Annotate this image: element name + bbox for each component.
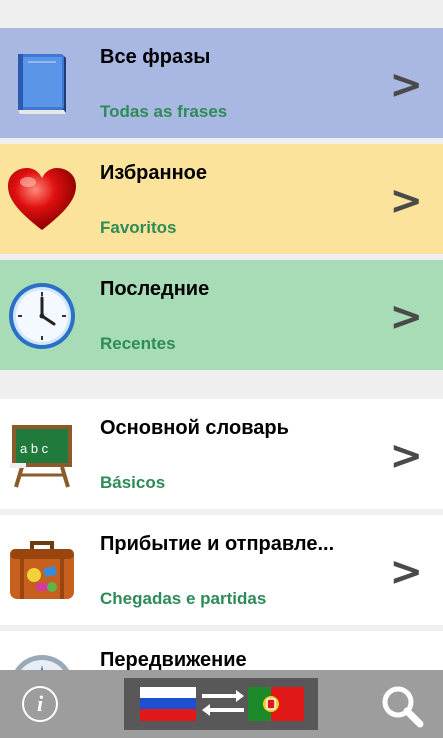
item-subtitle: Todas as frases xyxy=(100,102,228,121)
item-title: Передвижение xyxy=(100,649,247,670)
item-title: Все фразы xyxy=(100,46,211,68)
swap-arrows-icon xyxy=(202,690,244,716)
item-title: Последние xyxy=(100,278,210,300)
bottom-app-bar: i xyxy=(0,670,443,738)
item-title: Прибытие и отправле... xyxy=(100,533,335,555)
portugal-flag-icon xyxy=(248,687,304,721)
compass-icon xyxy=(14,655,70,670)
list-item-basics[interactable]: a b c Основной словарь Básicos > xyxy=(0,399,443,509)
language-pair-graphic xyxy=(140,687,304,721)
list-item-transport[interactable]: Передвижение xyxy=(0,631,443,670)
item-subtitle: Favoritos xyxy=(100,218,177,237)
list-item-all-phrases[interactable]: Все фразы Todas as frases > xyxy=(0,28,443,138)
svg-text:a b c: a b c xyxy=(20,441,49,456)
list-item-arrivals-departures[interactable]: Прибытие и отправле... Chegadas e partid… xyxy=(0,515,443,625)
language-switch-button[interactable] xyxy=(124,678,318,730)
item-subtitle: Chegadas e partidas xyxy=(100,589,267,608)
suitcase-icon xyxy=(10,541,74,599)
item-subtitle: Básicos xyxy=(100,473,166,492)
clock-icon xyxy=(9,283,75,349)
chevron-right-icon: > xyxy=(389,549,423,595)
info-button[interactable]: i xyxy=(22,686,58,722)
heart-icon xyxy=(8,168,76,230)
item-title: Основной словарь xyxy=(100,417,289,439)
chevron-right-icon: > xyxy=(389,62,423,108)
category-list: Все фразы Todas as frases > Избранное Fa… xyxy=(0,0,443,670)
chalkboard-icon: a b c xyxy=(10,425,72,488)
item-title: Избранное xyxy=(100,162,208,184)
chevron-right-icon: > xyxy=(389,178,423,224)
item-subtitle: Recentes xyxy=(100,334,176,353)
list-item-favorites[interactable]: Избранное Favoritos > xyxy=(0,144,443,254)
list-item-recent[interactable]: Последние Recentes > xyxy=(0,260,443,370)
russia-flag-icon xyxy=(140,687,196,721)
search-icon[interactable] xyxy=(380,684,424,728)
chevron-right-icon: > xyxy=(389,433,423,479)
chevron-right-icon: > xyxy=(389,294,423,340)
book-icon xyxy=(18,54,66,114)
